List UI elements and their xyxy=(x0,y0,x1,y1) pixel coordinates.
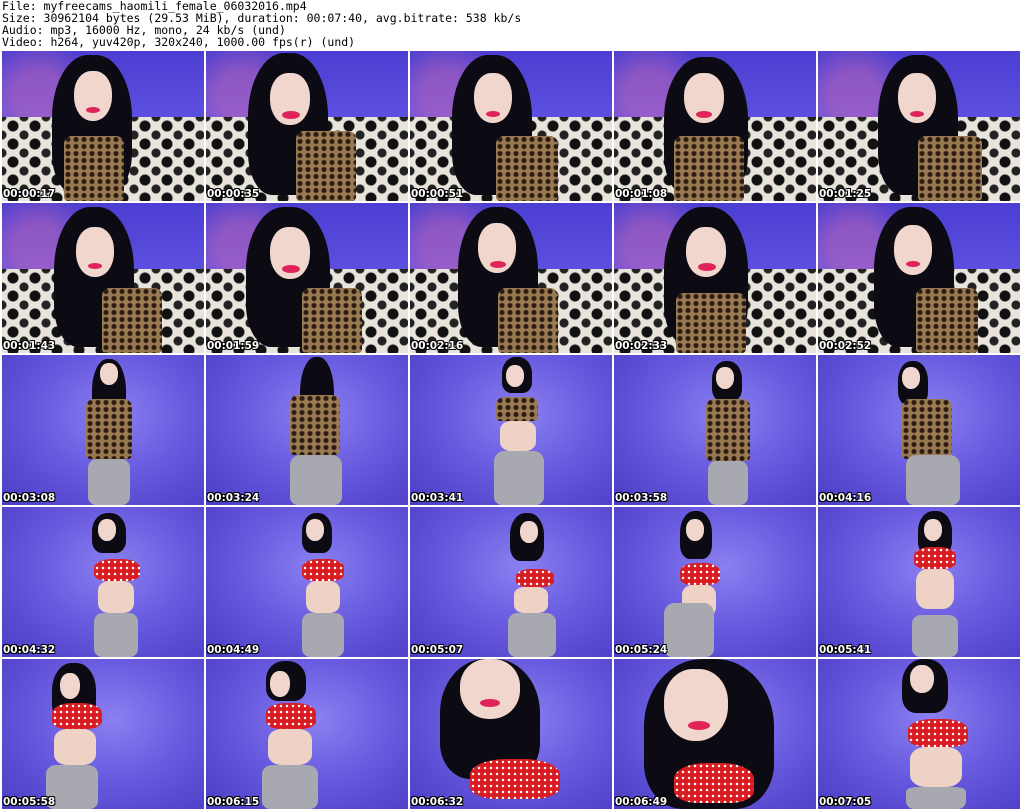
timestamp-label: 00:06:15 xyxy=(207,796,260,808)
timestamp-label: 00:05:07 xyxy=(411,644,464,656)
timestamp-label: 00:04:49 xyxy=(207,644,260,656)
thumbnail: 00:06:15 xyxy=(206,659,408,809)
timestamp-label: 00:01:59 xyxy=(207,340,260,352)
thumbnail: 00:00:17 xyxy=(2,51,204,201)
thumbnail: 00:02:16 xyxy=(410,203,612,353)
thumbnail: 00:02:33 xyxy=(614,203,816,353)
timestamp-label: 00:04:32 xyxy=(3,644,56,656)
thumbnail: 00:05:07 xyxy=(410,507,612,657)
timestamp-label: 00:00:35 xyxy=(207,188,260,200)
timestamp-label: 00:02:33 xyxy=(615,340,668,352)
timestamp-label: 00:05:58 xyxy=(3,796,56,808)
timestamp-label: 00:00:51 xyxy=(411,188,464,200)
timestamp-label: 00:07:05 xyxy=(819,796,872,808)
thumbnail: 00:02:52 xyxy=(818,203,1020,353)
thumbnail: 00:05:24 xyxy=(614,507,816,657)
thumbnail: 00:00:35 xyxy=(206,51,408,201)
timestamp-label: 00:05:24 xyxy=(615,644,668,656)
timestamp-label: 00:02:52 xyxy=(819,340,872,352)
thumbnail: 00:03:41 xyxy=(410,355,612,505)
thumbnail: 00:04:49 xyxy=(206,507,408,657)
thumbnail: 00:01:43 xyxy=(2,203,204,353)
timestamp-label: 00:04:16 xyxy=(819,492,872,504)
thumbnail: 00:07:05 xyxy=(818,659,1020,809)
timestamp-label: 00:02:16 xyxy=(411,340,464,352)
timestamp-label: 00:01:08 xyxy=(615,188,668,200)
timestamp-label: 00:03:08 xyxy=(3,492,56,504)
file-info-header: File: myfreecams_haomili_female_06032016… xyxy=(2,0,1022,50)
thumbnail: 00:03:24 xyxy=(206,355,408,505)
timestamp-label: 00:06:32 xyxy=(411,796,464,808)
timestamp-label: 00:00:17 xyxy=(3,188,56,200)
timestamp-label: 00:03:41 xyxy=(411,492,464,504)
thumbnail: 00:00:51 xyxy=(410,51,612,201)
thumbnail: 00:06:49 xyxy=(614,659,816,809)
thumbnail: 00:03:08 xyxy=(2,355,204,505)
thumbnail: 00:03:58 xyxy=(614,355,816,505)
timestamp-label: 00:06:49 xyxy=(615,796,668,808)
thumbnail: 00:05:41 xyxy=(818,507,1020,657)
timestamp-label: 00:03:24 xyxy=(207,492,260,504)
thumbnail: 00:04:32 xyxy=(2,507,204,657)
thumbnail: 00:05:58 xyxy=(2,659,204,809)
timestamp-label: 00:01:25 xyxy=(819,188,872,200)
timestamp-label: 00:03:58 xyxy=(615,492,668,504)
timestamp-label: 00:01:43 xyxy=(3,340,56,352)
thumbnail: 00:01:08 xyxy=(614,51,816,201)
thumbnail: 00:01:25 xyxy=(818,51,1020,201)
thumbnail-grid: 00:00:17 00:00:35 00:00:51 00:01:08 00:0… xyxy=(2,51,1020,809)
thumbnail: 00:06:32 xyxy=(410,659,612,809)
thumbnail: 00:01:59 xyxy=(206,203,408,353)
video-info-line: Video: h264, yuv420p, 320x240, 1000.00 f… xyxy=(2,35,356,49)
timestamp-label: 00:05:41 xyxy=(819,644,872,656)
thumbnail: 00:04:16 xyxy=(818,355,1020,505)
